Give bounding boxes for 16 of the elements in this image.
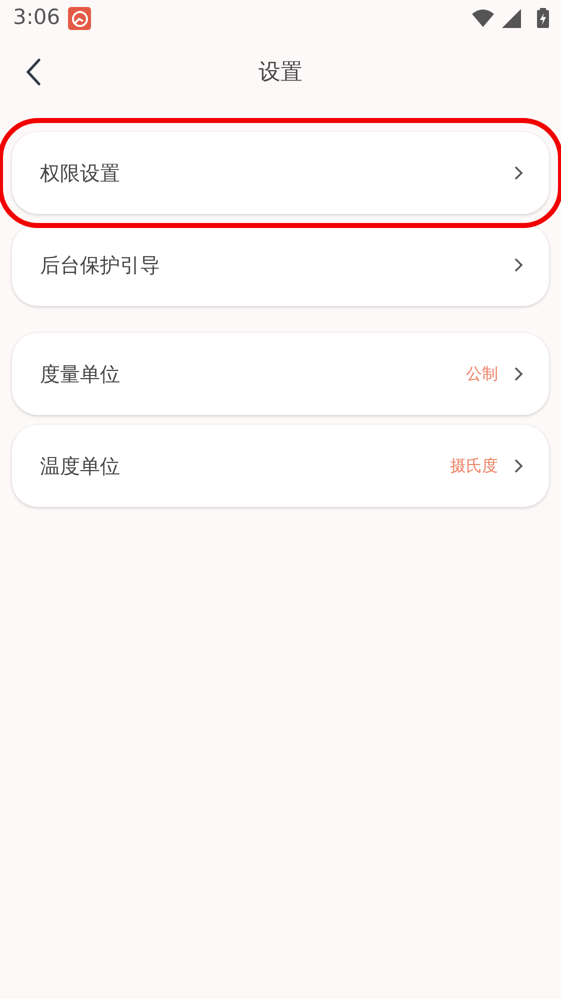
chevron-right-icon — [514, 458, 523, 474]
settings-row[interactable]: 度量单位 公制 — [12, 333, 549, 415]
battery-icon — [537, 8, 549, 28]
chevron-right-icon — [514, 165, 523, 181]
chevron-right-icon — [514, 257, 523, 273]
app-notification-icon — [68, 6, 92, 30]
row-value: 公制 — [466, 363, 498, 385]
page-title: 设置 — [258, 58, 302, 86]
row-value: 摄氏度 — [450, 455, 498, 477]
signal-icon — [502, 8, 521, 28]
wifi-icon — [472, 9, 494, 27]
settings-row[interactable]: 温度单位 摄氏度 — [12, 425, 549, 507]
status-time: 3:06 — [13, 4, 60, 32]
chevron-right-icon — [514, 366, 523, 382]
settings-row[interactable]: 权限设置 — [12, 132, 549, 214]
settings-row[interactable]: 后台保护引导 — [12, 224, 549, 306]
